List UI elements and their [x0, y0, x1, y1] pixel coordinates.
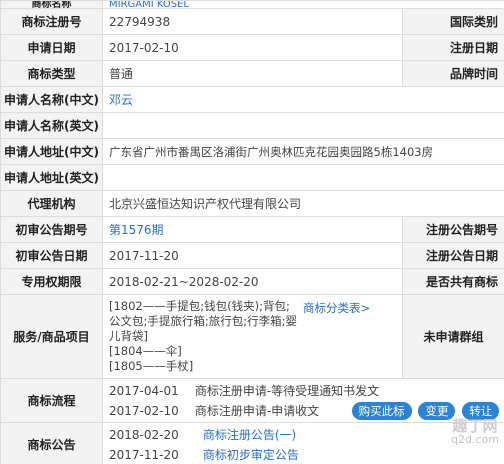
row-applicant-cn: 申请人名称(中文) 邓云	[0, 86, 504, 113]
change-button[interactable]: 变更	[418, 401, 456, 420]
row-trademark-name: 商标名称 MIRGAMI KOSEL	[0, 0, 504, 9]
row-prelim-no: 初审公告期号 第1576期 注册公告期号	[0, 216, 504, 243]
notice-link[interactable]: 商标初步审定公告	[203, 445, 299, 464]
applicant-en-value	[102, 112, 504, 139]
goods-line: [1805——手杖]	[109, 359, 194, 373]
applicant-cn-link[interactable]: 邓云	[102, 86, 504, 113]
row-prelim-date: 初审公告日期 2017-11-20 注册公告日期	[0, 242, 504, 269]
notice-item: 2018-02-20 商标注册公告(一)	[109, 425, 498, 445]
applicant-en-label: 申请人名称(英文)	[0, 112, 103, 139]
class-table-link[interactable]: 商标分类表>	[303, 300, 370, 316]
notice-date: 2017-11-20	[109, 447, 179, 462]
row-reg-no: 商标注册号 22794938 国际类别	[0, 8, 504, 35]
brand-time-label: 品牌时间	[402, 60, 504, 87]
agency-value: 北京兴盛恒达知识产权代理有限公司	[102, 190, 504, 217]
row-apply-date: 申请日期 2017-02-10 注册日期	[0, 34, 504, 61]
prelim-no-label: 初审公告期号	[0, 216, 103, 243]
intl-class-label: 国际类别	[402, 8, 504, 35]
row-notice: 商标公告 2018-02-20 商标注册公告(一) 2017-11-20 商标初…	[0, 422, 504, 464]
row-goods: 服务/商品项目 [1802——手提包;钱包(钱夹);背包; 公文包;手提旅行箱;…	[0, 294, 504, 379]
flow-desc: 商标注册申请-申请收文	[194, 403, 320, 418]
reg-date-label: 注册日期	[402, 34, 504, 61]
flow-cell: 2017-04-01 商标注册申请-等待受理通知书发文 2017-02-10 商…	[102, 378, 504, 423]
site-watermark: 趣丁网 q2d.com	[446, 417, 504, 464]
notice-item: 2017-11-20 商标初步审定公告	[109, 445, 498, 464]
agency-label: 代理机构	[0, 190, 103, 217]
apply-date-label: 申请日期	[0, 34, 103, 61]
reg-notice-no-label: 注册公告期号	[402, 216, 504, 243]
address-cn-value: 广东省广州市番禺区洛浦街广州奥林匹克花园奥园路5栋1403房	[102, 138, 504, 165]
flow-item: 2017-02-10 商标注册申请-申请收文 购买此标 变更 转让	[109, 401, 500, 421]
goods-line: 公文包;手提旅行箱;旅行包;行李箱;婴	[109, 314, 297, 328]
row-applicant-en: 申请人名称(英文)	[0, 112, 504, 139]
unapplied-group-label: 未申请群组	[402, 294, 504, 379]
flow-item: 2017-04-01 商标注册申请-等待受理通知书发文	[109, 381, 498, 401]
notice-cell: 2018-02-20 商标注册公告(一) 2017-11-20 商标初步审定公告	[102, 422, 504, 464]
address-en-label: 申请人地址(英文)	[0, 164, 103, 191]
applicant-cn-label: 申请人名称(中文)	[0, 86, 103, 113]
row-flow: 商标流程 2017-04-01 商标注册申请-等待受理通知书发文 2017-02…	[0, 378, 504, 423]
address-cn-label: 申请人地址(中文)	[0, 138, 103, 165]
row-address-en: 申请人地址(英文)	[0, 164, 504, 191]
exclusive-label: 专用权期限	[0, 268, 103, 295]
goods-line: [1804——伞]	[109, 344, 182, 358]
reg-no-value: 22794938	[102, 8, 403, 35]
goods-cell: [1802——手提包;钱包(钱夹);背包; 公文包;手提旅行箱;旅行包;行李箱;…	[102, 294, 403, 379]
exclusive-value: 2018-02-21~2028-02-20	[102, 268, 403, 295]
prelim-no-link[interactable]: 第1576期	[102, 216, 403, 243]
flow-label: 商标流程	[0, 378, 103, 423]
watermark-logo-text: 趣丁网	[452, 417, 498, 435]
address-en-value	[102, 164, 504, 191]
flow-date: 2017-04-01	[109, 383, 179, 398]
row-agency: 代理机构 北京兴盛恒达知识产权代理有限公司	[0, 190, 504, 217]
type-value: 普通	[102, 60, 403, 87]
goods-label: 服务/商品项目	[0, 294, 103, 379]
buy-trademark-button[interactable]: 购买此标	[351, 401, 412, 420]
trademark-name-label: 商标名称	[0, 0, 103, 9]
row-exclusive: 专用权期限 2018-02-21~2028-02-20 是否共有商标	[0, 268, 504, 295]
row-type: 商标类型 普通 品牌时间	[0, 60, 504, 87]
flow-date: 2017-02-10	[109, 403, 179, 418]
notice-date: 2018-02-20	[109, 427, 179, 442]
trademark-name-value: MIRGAMI KOSEL	[102, 0, 504, 9]
watermark-domain: q2d.com	[451, 433, 499, 446]
notice-link[interactable]: 商标注册公告(一)	[203, 425, 296, 445]
type-label: 商标类型	[0, 60, 103, 87]
flow-desc: 商标注册申请-等待受理通知书发文	[194, 383, 380, 398]
notice-label: 商标公告	[0, 422, 103, 464]
reg-no-label: 商标注册号	[0, 8, 103, 35]
prelim-date-value: 2017-11-20	[102, 242, 403, 269]
reg-notice-date-label: 注册公告日期	[402, 242, 504, 269]
apply-date-value: 2017-02-10	[102, 34, 403, 61]
row-address-cn: 申请人地址(中文) 广东省广州市番禺区洛浦街广州奥林匹克花园奥园路5栋1403房	[0, 138, 504, 165]
co-owned-label: 是否共有商标	[402, 268, 504, 295]
trademark-info-table: 商标名称 MIRGAMI KOSEL 商标注册号 22794938 国际类别 申…	[0, 0, 504, 464]
goods-line: 儿背袋]	[109, 329, 148, 343]
prelim-date-label: 初审公告日期	[0, 242, 103, 269]
